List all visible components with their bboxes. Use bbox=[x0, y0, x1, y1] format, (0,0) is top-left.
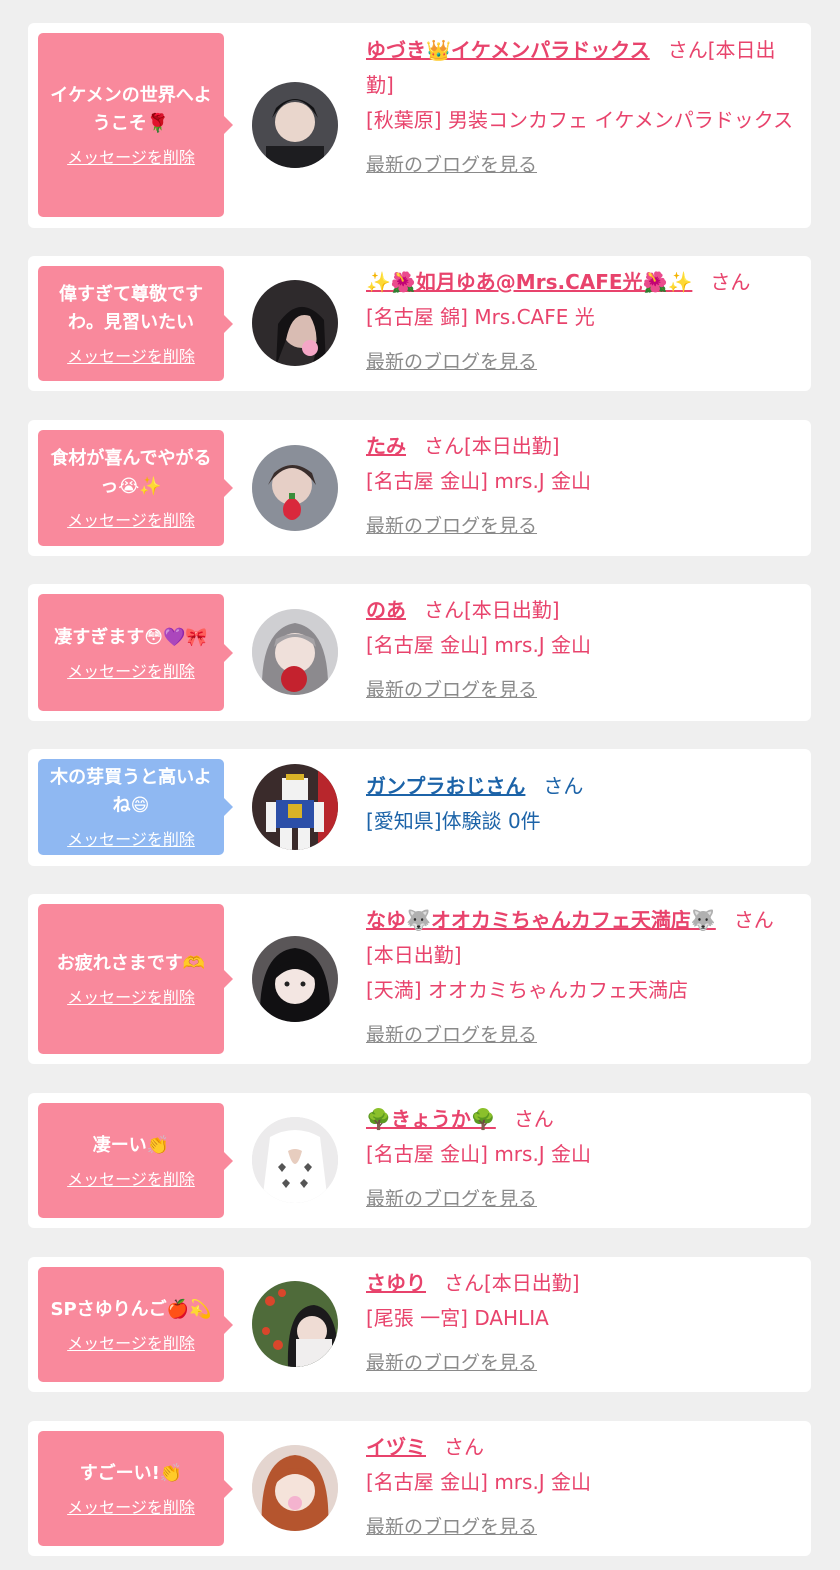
latest-blog-link[interactable]: 最新のブログを見る bbox=[366, 1510, 537, 1545]
list-item: 食材が喜んでやがるっ😭✨ メッセージを削除 たみ さん[本日出勤] [名古屋 金山… bbox=[28, 420, 811, 556]
latest-blog-link[interactable]: 最新のブログを見る bbox=[366, 1346, 537, 1381]
latest-blog-link[interactable]: 最新のブログを見る bbox=[366, 1018, 537, 1053]
message-text: すごーい!👏 bbox=[79, 1462, 183, 1484]
delete-message-link[interactable]: メッセージを削除 bbox=[67, 988, 195, 1008]
delete-message-link[interactable]: メッセージを削除 bbox=[67, 1334, 195, 1354]
delete-message-link[interactable]: メッセージを削除 bbox=[67, 148, 195, 168]
message-bubble: お疲れさまです🫶 メッセージを削除 bbox=[38, 904, 233, 1054]
message-list: イケメンの世界へようこそ🌹 メッセージを削除 ゆづき👑イケメンパラドックス さん[… bbox=[0, 0, 840, 1570]
list-item: すごーい!👏 メッセージを削除 イヅミ さん [名古屋 金山] mrs.J 金山 … bbox=[28, 1421, 811, 1556]
shop-name: [名古屋 金山] mrs.J 金山 bbox=[366, 633, 592, 657]
girl-name-link[interactable]: さゆり bbox=[366, 1271, 426, 1295]
shop-name: [秋葉原] 男装コンカフェ イケメンパラドックス bbox=[366, 108, 794, 132]
latest-blog-link[interactable]: 最新のブログを見る bbox=[366, 345, 537, 380]
message-bubble: 食材が喜んでやがるっ😭✨ メッセージを削除 bbox=[38, 430, 233, 546]
girl-name-link[interactable]: 🌳きょうか🌳 bbox=[366, 1107, 496, 1131]
message-bubble: すごーい!👏 メッセージを削除 bbox=[38, 1431, 233, 1546]
message-bubble: SPさゆりんご🍎💫 メッセージを削除 bbox=[38, 1267, 233, 1382]
list-item: イケメンの世界へようこそ🌹 メッセージを削除 ゆづき👑イケメンパラドックス さん [… bbox=[28, 23, 811, 228]
honorific: さん bbox=[543, 774, 584, 798]
girl-name-link[interactable]: のあ bbox=[366, 598, 406, 622]
list-item: 凄すぎます😳💜🎀 メッセージを削除 のあ さん[本日出勤] [名古屋 金山] mr… bbox=[28, 584, 811, 721]
latest-blog-link[interactable]: 最新のブログを見る bbox=[366, 1182, 537, 1217]
avatar[interactable] bbox=[252, 764, 338, 850]
avatar[interactable] bbox=[252, 609, 338, 695]
message-text: お疲れさまです🫶 bbox=[56, 953, 206, 974]
message-text: イケメンの世界へようこそ🌹 bbox=[50, 85, 212, 134]
honorific: さん bbox=[424, 434, 464, 458]
message-text: 偉すぎて尊敬ですわ。見習いたい bbox=[59, 283, 203, 333]
shop-name: [名古屋 金山] mrs.J 金山 bbox=[366, 1470, 592, 1494]
honorific: さん bbox=[513, 1107, 554, 1131]
girl-name-link[interactable]: イヅミ bbox=[366, 1435, 426, 1459]
delete-message-link[interactable]: メッセージを削除 bbox=[67, 662, 195, 682]
avatar[interactable] bbox=[252, 936, 338, 1022]
message-text: SPさゆりんご🍎💫 bbox=[50, 1298, 212, 1320]
shop-name: [名古屋 金山] mrs.J 金山 bbox=[366, 469, 592, 493]
avatar[interactable] bbox=[252, 1445, 338, 1531]
message-bubble: 木の芽買うと高いよね😄 メッセージを削除 bbox=[38, 759, 233, 855]
shop-name: [名古屋 錦] Mrs.CAFE 光 bbox=[366, 305, 595, 329]
honorific: さん bbox=[444, 1435, 484, 1459]
avatar[interactable] bbox=[252, 1117, 338, 1203]
honorific: さん bbox=[667, 38, 708, 62]
list-item: 木の芽買うと高いよね😄 メッセージを削除 ガンプラおじさん さん [愛知県]体験談… bbox=[28, 749, 811, 866]
delete-message-link[interactable]: メッセージを削除 bbox=[67, 511, 195, 531]
list-item: 凄ーい👏 メッセージを削除 🌳きょうか🌳 さん [名古屋 金山] mrs.J 金山… bbox=[28, 1093, 811, 1228]
shop-name: [天満] オオカミちゃんカフェ天満店 bbox=[366, 978, 688, 1002]
shop-name: [尾張 一宮] DAHLIA bbox=[366, 1306, 549, 1330]
status-text: [本日出勤] bbox=[464, 598, 560, 622]
delete-message-link[interactable]: メッセージを削除 bbox=[67, 830, 195, 850]
message-bubble: 凄ーい👏 メッセージを削除 bbox=[38, 1103, 233, 1218]
honorific: さん bbox=[444, 1271, 484, 1295]
review-count: [愛知県]体験談 0件 bbox=[366, 809, 541, 833]
message-text: 食材が喜んでやがるっ😭✨ bbox=[50, 448, 212, 497]
latest-blog-link[interactable]: 最新のブログを見る bbox=[366, 148, 537, 183]
delete-message-link[interactable]: メッセージを削除 bbox=[67, 347, 195, 367]
girl-name-link[interactable]: たみ bbox=[366, 434, 406, 458]
avatar[interactable] bbox=[252, 445, 338, 531]
message-bubble: 偉すぎて尊敬ですわ。見習いたい メッセージを削除 bbox=[38, 266, 233, 381]
message-bubble: 凄すぎます😳💜🎀 メッセージを削除 bbox=[38, 594, 233, 711]
status-text: [本日出勤] bbox=[484, 1271, 580, 1295]
message-text: 凄すぎます😳💜🎀 bbox=[54, 626, 208, 648]
latest-blog-link[interactable]: 最新のブログを見る bbox=[366, 509, 537, 544]
delete-message-link[interactable]: メッセージを削除 bbox=[67, 1498, 195, 1518]
list-item: 偉すぎて尊敬ですわ。見習いたい メッセージを削除 ✨🌺如月ゆあ@Mrs.CAFE… bbox=[28, 256, 811, 391]
list-item: SPさゆりんご🍎💫 メッセージを削除 さゆり さん[本日出勤] [尾張 一宮] D… bbox=[28, 1257, 811, 1392]
message-bubble: イケメンの世界へようこそ🌹 メッセージを削除 bbox=[38, 33, 233, 217]
delete-message-link[interactable]: メッセージを削除 bbox=[67, 1170, 195, 1190]
status-text: [本日出勤] bbox=[366, 943, 462, 967]
latest-blog-link[interactable]: 最新のブログを見る bbox=[366, 673, 537, 708]
avatar[interactable] bbox=[252, 280, 338, 366]
honorific: さん bbox=[424, 598, 464, 622]
status-text: [本日出勤] bbox=[464, 434, 560, 458]
list-item: お疲れさまです🫶 メッセージを削除 なゆ🐺オオカミちゃんカフェ天満店🐺 さん [本日… bbox=[28, 894, 811, 1064]
girl-name-link[interactable]: ゆづき👑イケメンパラドックス bbox=[366, 38, 650, 62]
avatar[interactable] bbox=[252, 82, 338, 168]
avatar[interactable] bbox=[252, 1281, 338, 1367]
shop-name: [名古屋 金山] mrs.J 金山 bbox=[366, 1142, 592, 1166]
honorific: さん bbox=[733, 908, 774, 932]
message-text: 木の芽買うと高いよね😄 bbox=[50, 767, 212, 816]
message-text: 凄ーい👏 bbox=[92, 1134, 170, 1156]
girl-name-link[interactable]: なゆ🐺オオカミちゃんカフェ天満店🐺 bbox=[366, 908, 716, 932]
user-name-link[interactable]: ガンプラおじさん bbox=[366, 774, 525, 798]
honorific: さん bbox=[710, 270, 751, 294]
girl-name-link[interactable]: ✨🌺如月ゆあ@Mrs.CAFE光🌺✨ bbox=[366, 270, 692, 294]
